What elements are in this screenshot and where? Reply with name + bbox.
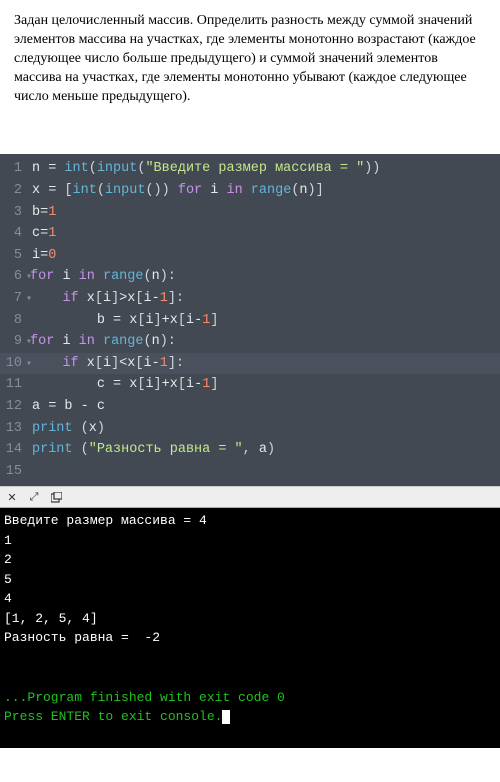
code-content: i=0 (32, 245, 56, 267)
console-line: Разность равна = -2 (4, 628, 496, 648)
code-line: 1n = int(input("Введите размер массива =… (0, 158, 500, 180)
code-content: b=1 (32, 202, 56, 224)
problem-statement: Задан целочисленный массив. Определить р… (0, 0, 500, 114)
code-content: a = b - c (32, 396, 105, 418)
console-exit-line: ...Program finished with exit code 0 (4, 688, 496, 708)
code-content: print (x) (32, 418, 105, 440)
code-line: 13print (x) (0, 418, 500, 440)
code-content: n = int(input("Введите размер массива = … (32, 158, 380, 180)
console-line: 5 (4, 570, 496, 590)
code-line: 4c=1 (0, 223, 500, 245)
code-line: 11 c = x[i]+x[i-1] (0, 374, 500, 396)
code-content: print ("Разность равна = ", a) (32, 439, 275, 461)
console-toolbar: ✕ ⤢ (0, 486, 500, 508)
code-line: 6▾for i in range(n): (0, 266, 500, 288)
line-number: 13 (0, 418, 32, 440)
code-line: 14print ("Разность равна = ", a) (0, 439, 500, 461)
code-line: 2x = [int(input()) for i in range(n)] (0, 180, 500, 202)
console-output: Введите размер массива = 41254[1, 2, 5, … (0, 508, 500, 748)
code-line: 12a = b - c (0, 396, 500, 418)
code-line: 15 (0, 461, 500, 483)
code-line: 10▾ if x[i]<x[i-1]: (0, 353, 500, 375)
line-number: 1 (0, 158, 32, 180)
line-number: 15 (0, 461, 32, 483)
separator-gap (0, 114, 500, 154)
line-number: 8 (0, 310, 32, 332)
console-line: Введите размер массива = 4 (4, 511, 496, 531)
code-content: ▾ if x[i]<x[i-1]: (32, 353, 184, 375)
window-icon[interactable] (50, 491, 62, 503)
cursor-icon (222, 710, 230, 724)
line-number: 12 (0, 396, 32, 418)
line-number: 4 (0, 223, 32, 245)
code-line: 7▾ if x[i]>x[i-1]: (0, 288, 500, 310)
code-line: 9▾for i in range(n): (0, 331, 500, 353)
problem-text: Задан целочисленный массив. Определить р… (14, 13, 476, 104)
line-number: 2 (0, 180, 32, 202)
code-line: 5i=0 (0, 245, 500, 267)
line-number: 14 (0, 439, 32, 461)
expand-icon[interactable]: ⤢ (28, 491, 40, 503)
console-line: 1 (4, 531, 496, 551)
code-line: 3b=1 (0, 202, 500, 224)
code-content: ▾for i in range(n): (32, 266, 176, 288)
console-line: [1, 2, 5, 4] (4, 609, 496, 629)
line-number: 5 (0, 245, 32, 267)
console-prompt-line: Press ENTER to exit console. (4, 707, 496, 727)
code-content: ▾for i in range(n): (32, 331, 176, 353)
code-content: c=1 (32, 223, 56, 245)
code-line: 8 b = x[i]+x[i-1] (0, 310, 500, 332)
line-number: 3 (0, 202, 32, 224)
console-line: 2 (4, 550, 496, 570)
code-content: x = [int(input()) for i in range(n)] (32, 180, 324, 202)
close-icon[interactable]: ✕ (6, 491, 18, 503)
console-line: 4 (4, 589, 496, 609)
code-content: b = x[i]+x[i-1] (32, 310, 218, 332)
code-content: c = x[i]+x[i-1] (32, 374, 218, 396)
line-number: 11 (0, 374, 32, 396)
code-content: ▾ if x[i]>x[i-1]: (32, 288, 184, 310)
code-editor: 1n = int(input("Введите размер массива =… (0, 154, 500, 486)
